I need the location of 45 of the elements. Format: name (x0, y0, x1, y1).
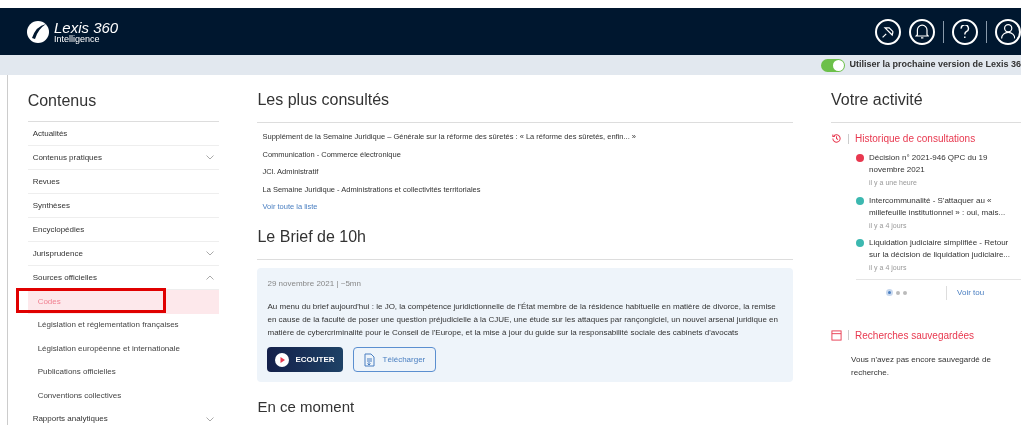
sidebar-item[interactable]: Revues (27, 170, 220, 194)
see-all-link[interactable]: Voir tou (957, 286, 985, 299)
logo-subtitle: Intelligence (54, 34, 101, 44)
history-link[interactable]: Décision n° 2021-946 QPC du 19 novembre 2021 (869, 152, 1021, 176)
download-button[interactable]: Télécharger (352, 347, 437, 372)
logo-name: Lexis 360 (54, 19, 119, 35)
section-title: Votre activité (831, 88, 1021, 123)
play-icon (275, 352, 290, 367)
section-title: En ce moment (257, 397, 356, 417)
brief-date: 29 novembre 2021 | ~5mn (267, 278, 362, 290)
sidebar-subitem[interactable]: Législation et réglementation françaises (27, 313, 220, 337)
section-title: Le Brief de 10h (257, 225, 794, 260)
document-icon (363, 352, 375, 367)
logo[interactable]: Lexis 360 Intelligence (26, 19, 119, 44)
history-icon (831, 133, 843, 144)
sidebar-subitem[interactable]: Publications officielles (27, 360, 220, 384)
sidebar-subitem[interactable]: Conventions collectives (27, 384, 220, 408)
section-title: Les plus consultés (257, 88, 794, 123)
empty-message: Vous n'avez pas encore sauvegardé de recherche. (850, 353, 992, 379)
sidebar-item[interactable]: Contenus pratiques (27, 146, 220, 170)
saved-searches-title: Recherches sauvegardées (855, 328, 975, 343)
pin-icon (882, 25, 894, 38)
user-icon (1000, 24, 1016, 39)
save-icon (831, 329, 843, 341)
sidebar-item[interactable]: Jurisprudence (27, 242, 220, 266)
sidebar-item[interactable]: Rapports analytiques (27, 407, 220, 425)
user-button[interactable] (995, 18, 1021, 45)
history-title: Historique de consultations (855, 132, 976, 146)
sidebar-item[interactable]: Encyclopédies (27, 218, 220, 242)
bell-icon (914, 24, 930, 39)
sidebar-item[interactable]: Actualités (27, 122, 220, 146)
logo-icon (26, 19, 50, 44)
history-link[interactable]: Liquidation judiciaire simplifiée - Retour sur la décision de liquidation judiciaire... (869, 237, 1021, 261)
help-button[interactable] (952, 18, 978, 45)
version-toggle[interactable] (821, 58, 846, 72)
help-icon (960, 24, 970, 39)
history-link[interactable]: Intercommunalité - S'attaquer au « millefeuille institutionnel » : oui, mais... (869, 194, 1021, 219)
toggle-label: Utiliser la prochaine version de Lexis 36 (849, 58, 1021, 72)
sidebar-title: Contenus (27, 89, 220, 122)
sidebar-subitem[interactable]: Législation européenne et internationale (27, 337, 220, 361)
listen-button[interactable]: ECOUTER (267, 347, 343, 372)
sidebar-item[interactable]: Synthèses (27, 194, 220, 218)
pin-button[interactable] (875, 18, 901, 45)
brief-text: Au menu du brief aujourd'hui : le JO, la compétence juridictionnelle de l'État membre de la résidence habituelle en matière de divorce, la remise en cause de la faculté de poser une question préjudicielle à la CJUE, une étude sur les attaques par rançongiciel, un nouvel arsenal juridique en matière de cybercriminalité pour le Conseil de l'Europe, et la mise à jour du guide sur la responsabilité sociale des cabinets d'avocats (267, 301, 780, 339)
bell-button[interactable] (909, 18, 935, 45)
